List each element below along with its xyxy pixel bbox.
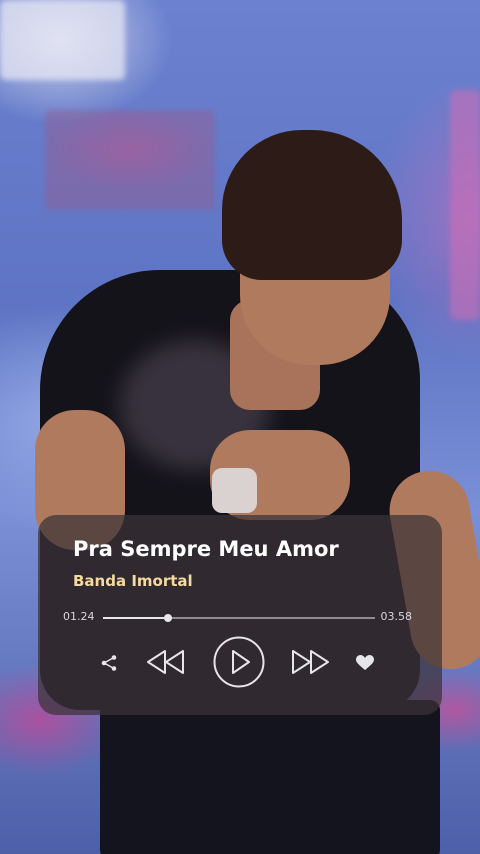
artist-name: Banda Imortal [73,572,193,590]
progress-fill [103,617,169,619]
progress-bar[interactable] [103,614,375,622]
fast-forward-icon[interactable] [290,649,330,675]
performer-watch [212,468,257,513]
rewind-icon[interactable] [146,649,186,675]
heart-icon[interactable] [356,655,374,671]
song-title: Pra Sempre Meu Amor [73,537,339,561]
background-video-frame [0,0,480,854]
progress-knob[interactable] [164,614,173,622]
current-time: 01.24 [63,610,95,623]
stage-light [450,90,480,320]
performer-pants [100,700,440,854]
share-icon[interactable] [100,654,118,672]
performer-hair [222,130,402,280]
stage-light [0,0,125,80]
total-time: 03.58 [380,610,413,623]
stage-light [45,110,215,210]
play-button[interactable] [212,635,266,689]
play-icon [232,650,250,674]
music-player-card: Pra Sempre Meu Amor Banda Imortal 01.24 … [38,515,442,715]
